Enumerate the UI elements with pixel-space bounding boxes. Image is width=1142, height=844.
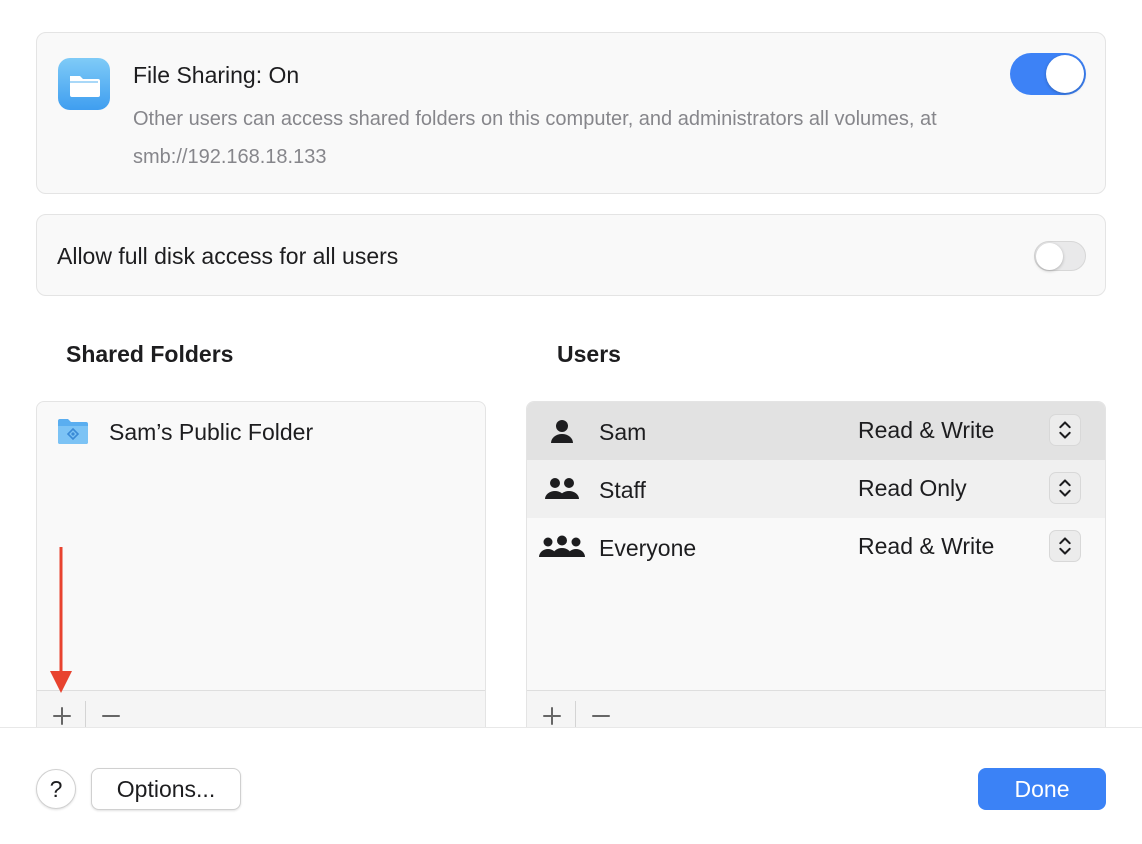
permission-value: Read Only	[858, 475, 967, 501]
divider	[575, 701, 576, 727]
public-folder-icon	[58, 419, 88, 444]
permission-value: Read & Write	[858, 533, 995, 559]
user-name: Sam	[599, 419, 647, 445]
list-item[interactable]: Sam’s Public Folder	[37, 402, 485, 460]
table-row[interactable]: Everyone Read & Write	[527, 518, 1105, 576]
options-button[interactable]: Options...	[91, 768, 241, 810]
file-sharing-sheet: File Sharing: On Other users can access …	[0, 0, 1142, 844]
table-row[interactable]: Sam Read & Write	[527, 402, 1105, 460]
file-sharing-card: File Sharing: On Other users can access …	[36, 32, 1106, 194]
users-heading: Users	[557, 341, 621, 367]
user-name: Staff	[599, 477, 646, 503]
file-sharing-toggle[interactable]	[1010, 53, 1086, 95]
shared-folders-heading: Shared Folders	[66, 341, 234, 367]
bottom-bar: ? Options... Done	[0, 727, 1142, 844]
permission-stepper[interactable]	[1049, 530, 1081, 562]
divider	[85, 701, 86, 727]
users-list: Sam Read & Write Staff Read Only Everyon…	[526, 401, 1106, 761]
permission-stepper[interactable]	[1049, 472, 1081, 504]
everyone-icon	[539, 535, 585, 557]
shared-folders-list: Sam’s Public Folder	[36, 401, 486, 761]
person-icon	[551, 420, 573, 443]
full-disk-access-label: Allow full disk access for all users	[57, 243, 399, 269]
toggle-knob	[1036, 243, 1063, 270]
full-disk-access-card: Allow full disk access for all users	[36, 214, 1106, 296]
help-button[interactable]: ?	[36, 769, 76, 809]
table-row[interactable]: Staff Read Only	[527, 460, 1105, 518]
toggle-knob	[1046, 55, 1084, 93]
done-button[interactable]: Done	[978, 768, 1106, 810]
user-name: Everyone	[599, 535, 697, 561]
file-sharing-description: Other users can access shared folders on…	[133, 108, 937, 168]
full-disk-access-toggle[interactable]	[1034, 241, 1086, 271]
group-icon	[545, 478, 579, 499]
annotation-arrow-icon	[50, 547, 72, 693]
file-sharing-title: File Sharing: On	[133, 62, 300, 88]
folder-icon	[58, 58, 110, 110]
folder-name: Sam’s Public Folder	[109, 419, 314, 445]
permission-stepper[interactable]	[1049, 414, 1081, 446]
permission-value: Read & Write	[858, 417, 995, 443]
